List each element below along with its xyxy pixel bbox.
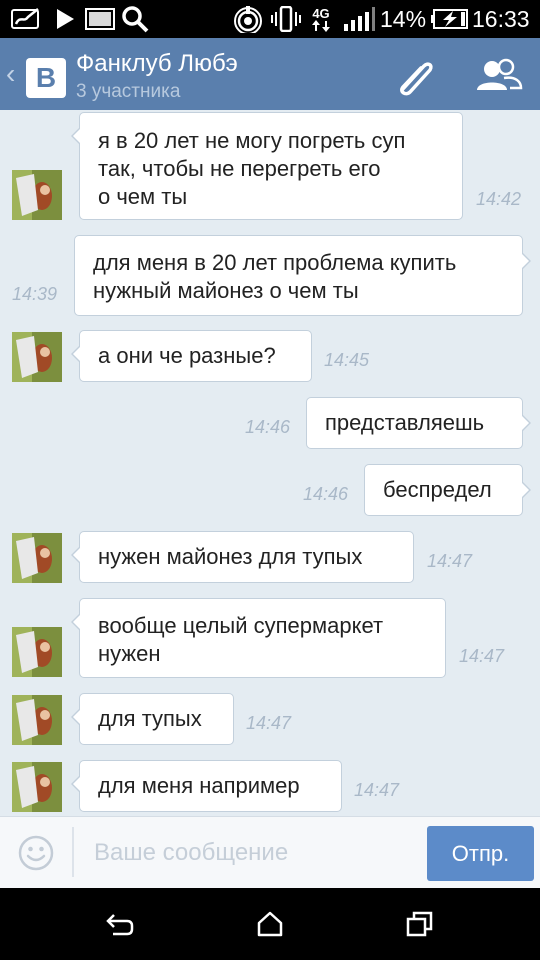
message-time: 14:47 — [354, 780, 400, 800]
signature-icon — [10, 6, 44, 32]
home-icon — [257, 911, 283, 937]
avatar[interactable] — [12, 533, 62, 583]
status-bar: 4G 14% 16:33 — [0, 0, 540, 38]
hotspot-icon — [232, 6, 264, 33]
message-text: о чем ты — [98, 184, 188, 209]
play-icon — [54, 6, 76, 32]
chat-title[interactable]: Фанклуб Любэ — [76, 50, 238, 78]
image-icon — [84, 6, 116, 32]
message-time: 14:45 — [324, 350, 370, 370]
message-time: 14:46 — [245, 417, 291, 437]
message-text: нужный майонез о чем ты — [93, 278, 359, 303]
message-text: для тупых — [98, 706, 202, 731]
message-text: для меня например — [98, 773, 300, 798]
search-icon — [120, 6, 150, 33]
message-text: беспредел — [383, 477, 492, 502]
chat-member-count[interactable]: 3 участника — [76, 81, 180, 103]
message-text: так, чтобы не перегреть его — [98, 156, 381, 181]
message-bubble[interactable]: для меня в 20 лет проблема купить нужный… — [74, 235, 531, 316]
navigation-bar — [0, 888, 540, 960]
message-time: 14:46 — [303, 484, 349, 504]
smiley-icon — [18, 835, 54, 871]
recent-apps-icon — [406, 911, 433, 937]
back-arrow-icon — [106, 914, 134, 936]
people-icon — [477, 58, 523, 90]
message-bubble[interactable]: вообще целый супермаркет нужен — [71, 598, 446, 678]
message-bubble[interactable]: нужен майонез для тупых — [71, 531, 414, 583]
message-list[interactable]: я в 20 лет не могу погреть суп так, чтоб… — [0, 110, 540, 816]
message-time: 14:47 — [246, 713, 292, 733]
avatar[interactable] — [12, 762, 62, 812]
clock: 16:33 — [472, 6, 530, 32]
message-bubble[interactable]: для меня например — [71, 760, 342, 812]
send-button[interactable]: Отпр. — [427, 826, 534, 881]
message-composer: Отпр. — [0, 816, 540, 888]
avatar[interactable] — [12, 695, 62, 745]
battery-percent: 14% — [380, 6, 427, 32]
vibrate-icon — [270, 6, 302, 32]
back-nav-button[interactable] — [80, 898, 160, 950]
back-button[interactable]: ‹ B — [4, 54, 68, 98]
message-text: а они че разные? — [98, 343, 276, 368]
message-text: я в 20 лет не могу погреть суп — [98, 128, 406, 153]
home-nav-button[interactable] — [230, 898, 310, 950]
attach-button[interactable] — [388, 52, 440, 100]
message-time: 14:39 — [12, 284, 58, 304]
message-text: представляешь — [325, 410, 485, 435]
recents-nav-button[interactable] — [380, 898, 460, 950]
message-bubble[interactable]: представляешь — [306, 397, 531, 449]
signal-icon — [342, 6, 376, 32]
message-time: 14:42 — [476, 189, 522, 209]
avatar[interactable] — [12, 627, 62, 677]
composer-divider — [72, 827, 74, 877]
vk-logo-icon: B — [26, 58, 66, 98]
back-chevron-icon: ‹ — [6, 58, 16, 89]
battery-charging-icon — [430, 6, 470, 32]
message-text: вообще целый супермаркет — [98, 613, 384, 638]
message-text: нужен — [98, 641, 161, 666]
message-bubble[interactable]: для тупых — [71, 693, 234, 745]
message-bubble[interactable]: я в 20 лет не могу погреть суп так, чтоб… — [71, 112, 463, 220]
network-4g-icon: 4G — [308, 6, 334, 32]
emoji-button[interactable] — [18, 835, 54, 871]
message-time: 14:47 — [459, 646, 505, 666]
message-text: для меня в 20 лет проблема купить — [93, 250, 457, 275]
chat-header: ‹ B Фанклуб Любэ 3 участника — [0, 38, 540, 110]
members-button[interactable] — [468, 52, 528, 100]
avatar[interactable] — [12, 170, 62, 220]
message-bubble[interactable]: беспредел — [364, 464, 531, 516]
message-bubble[interactable]: а они че разные? — [71, 330, 312, 382]
message-time: 14:47 — [427, 551, 473, 571]
message-input[interactable] — [84, 831, 414, 875]
message-text: нужен майонез для тупых — [98, 544, 363, 569]
avatar[interactable] — [12, 332, 62, 382]
paperclip-icon — [400, 62, 433, 96]
